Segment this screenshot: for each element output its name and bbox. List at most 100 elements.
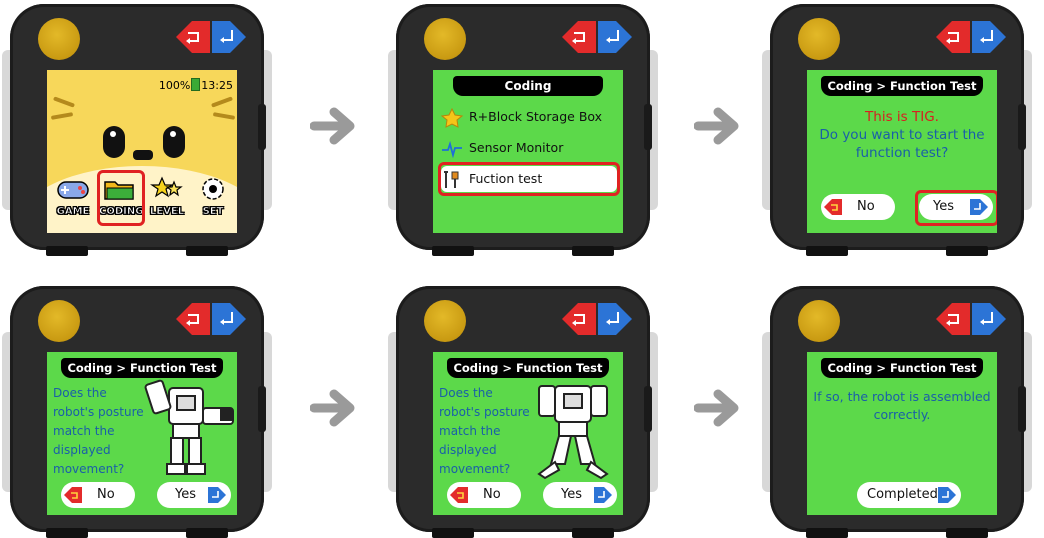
back-button[interactable]	[174, 18, 212, 56]
home-screen: 100% 13:25 GAME CODING LEVEL SET	[47, 70, 237, 233]
yes-label: Yes	[561, 487, 582, 502]
pulse-icon	[442, 140, 462, 158]
posture-question: Does the robot's posture match the displ…	[53, 386, 144, 476]
stripe	[212, 112, 236, 120]
yellow-button[interactable]	[798, 18, 840, 60]
device-confirm: Coding > Function Test This is TIG. Do y…	[762, 4, 1032, 256]
robot-name-line: This is TIG.	[865, 109, 939, 125]
screen-title: Coding > Function Test	[447, 358, 609, 378]
yellow-button[interactable]	[424, 18, 466, 60]
menu-item-sensor-monitor[interactable]: Sensor Monitor	[441, 135, 617, 161]
gamepad-icon	[57, 181, 89, 199]
device-shell: Coding > Function Test Does the robot's …	[396, 286, 652, 538]
no-label: No	[97, 487, 115, 502]
app-label: GAME	[56, 206, 90, 218]
back-button[interactable]	[934, 300, 972, 338]
yes-button[interactable]: Yes	[157, 482, 231, 508]
no-button[interactable]: No	[821, 194, 895, 220]
arrow-right-icon	[310, 389, 355, 427]
app-label: SET	[202, 206, 224, 218]
back-badge-icon	[824, 199, 842, 215]
device-shell: Coding > Function Test This is TIG. Do y…	[770, 4, 1026, 256]
screen-title: Coding	[453, 76, 603, 96]
side-tab	[1018, 104, 1026, 150]
gear-icon	[202, 178, 224, 200]
stripe	[210, 96, 234, 108]
menu-item-label: R+Block Storage Box	[469, 109, 603, 124]
coding-menu-screen: Coding R+Block Storage Box Sensor Monito…	[433, 70, 623, 233]
foot-right	[186, 246, 228, 256]
yellow-button[interactable]	[424, 300, 466, 342]
menu-item-storage-box[interactable]: R+Block Storage Box	[441, 104, 617, 130]
selection-highlight	[915, 190, 997, 226]
yellow-button[interactable]	[798, 300, 840, 342]
eye-shine	[170, 131, 176, 137]
app-level[interactable]: LEVEL	[147, 176, 187, 217]
foot	[946, 246, 988, 256]
eye-left	[103, 126, 125, 158]
arrow-right-icon	[694, 389, 739, 427]
mouth	[133, 150, 153, 160]
status-bar: 100% 13:25	[159, 78, 233, 92]
battery-percent: 100%	[158, 79, 191, 92]
star-icon	[441, 107, 463, 128]
enter-button[interactable]	[596, 300, 634, 338]
device-shell: 100% 13:25 GAME CODING LEVEL SET	[10, 4, 266, 256]
enter-badge-icon	[594, 487, 612, 503]
enter-button[interactable]	[596, 18, 634, 56]
enter-button[interactable]	[210, 300, 248, 338]
side-tab	[1018, 386, 1026, 432]
device-coding-menu: Coding R+Block Storage Box Sensor Monito…	[388, 4, 658, 256]
device-shell: Coding > Function Test Does the robot's …	[10, 286, 266, 538]
no-button[interactable]: No	[447, 482, 521, 508]
device-posture-check-2: Coding > Function Test Does the robot's …	[388, 286, 658, 538]
robot-squat-image	[537, 385, 609, 480]
screen-title: Coding > Function Test	[61, 358, 223, 378]
stripe	[50, 112, 74, 120]
side-button	[258, 104, 266, 150]
enter-badge-icon	[208, 487, 226, 503]
enter-badge-icon	[938, 487, 956, 503]
completed-screen: Coding > Function Test If so, the robot …	[807, 352, 997, 515]
back-badge-icon	[64, 487, 82, 503]
device-completed: Coding > Function Test If so, the robot …	[762, 286, 1032, 538]
selection-highlight	[97, 170, 145, 226]
device-posture-check-1: Coding > Function Test Does the robot's …	[2, 286, 272, 538]
device-home: 100% 13:25 GAME CODING LEVEL SET	[2, 4, 272, 256]
yes-button[interactable]: Yes	[543, 482, 617, 508]
app-game[interactable]: GAME	[53, 176, 93, 217]
back-badge-icon	[450, 487, 468, 503]
enter-button[interactable]	[970, 18, 1008, 56]
back-button[interactable]	[174, 300, 212, 338]
enter-button[interactable]	[210, 18, 248, 56]
selection-highlight	[438, 162, 620, 196]
battery-icon	[191, 78, 201, 91]
posture-question: Does the robot's posture match the displ…	[439, 386, 530, 476]
device-shell: Coding > Function Test If so, the robot …	[770, 286, 1026, 538]
enter-button[interactable]	[970, 300, 1008, 338]
yellow-button[interactable]	[38, 18, 80, 60]
foot-left	[46, 246, 88, 256]
no-label: No	[857, 199, 875, 214]
question-line: Do you want to start the function test?	[819, 127, 985, 161]
side-tab	[258, 386, 266, 432]
yellow-button[interactable]	[38, 300, 80, 342]
posture-check-screen: Coding > Function Test Does the robot's …	[433, 352, 623, 515]
foot	[806, 246, 848, 256]
no-label: No	[483, 487, 501, 502]
back-button[interactable]	[934, 18, 972, 56]
eye-right	[163, 126, 185, 158]
menu-item-label: Sensor Monitor	[469, 140, 564, 155]
yes-label: Yes	[175, 487, 196, 502]
back-button[interactable]	[560, 18, 598, 56]
device-shell: Coding R+Block Storage Box Sensor Monito…	[396, 4, 652, 256]
completed-message: If so, the robot is assembled correctly.	[813, 389, 991, 422]
stripe	[52, 96, 76, 108]
foot	[572, 246, 614, 256]
back-button[interactable]	[560, 300, 598, 338]
completed-button[interactable]: Completed	[857, 482, 961, 508]
confirm-screen: Coding > Function Test This is TIG. Do y…	[807, 70, 997, 233]
screen-title: Coding > Function Test	[821, 358, 983, 378]
app-set[interactable]: SET	[193, 176, 233, 217]
no-button[interactable]: No	[61, 482, 135, 508]
